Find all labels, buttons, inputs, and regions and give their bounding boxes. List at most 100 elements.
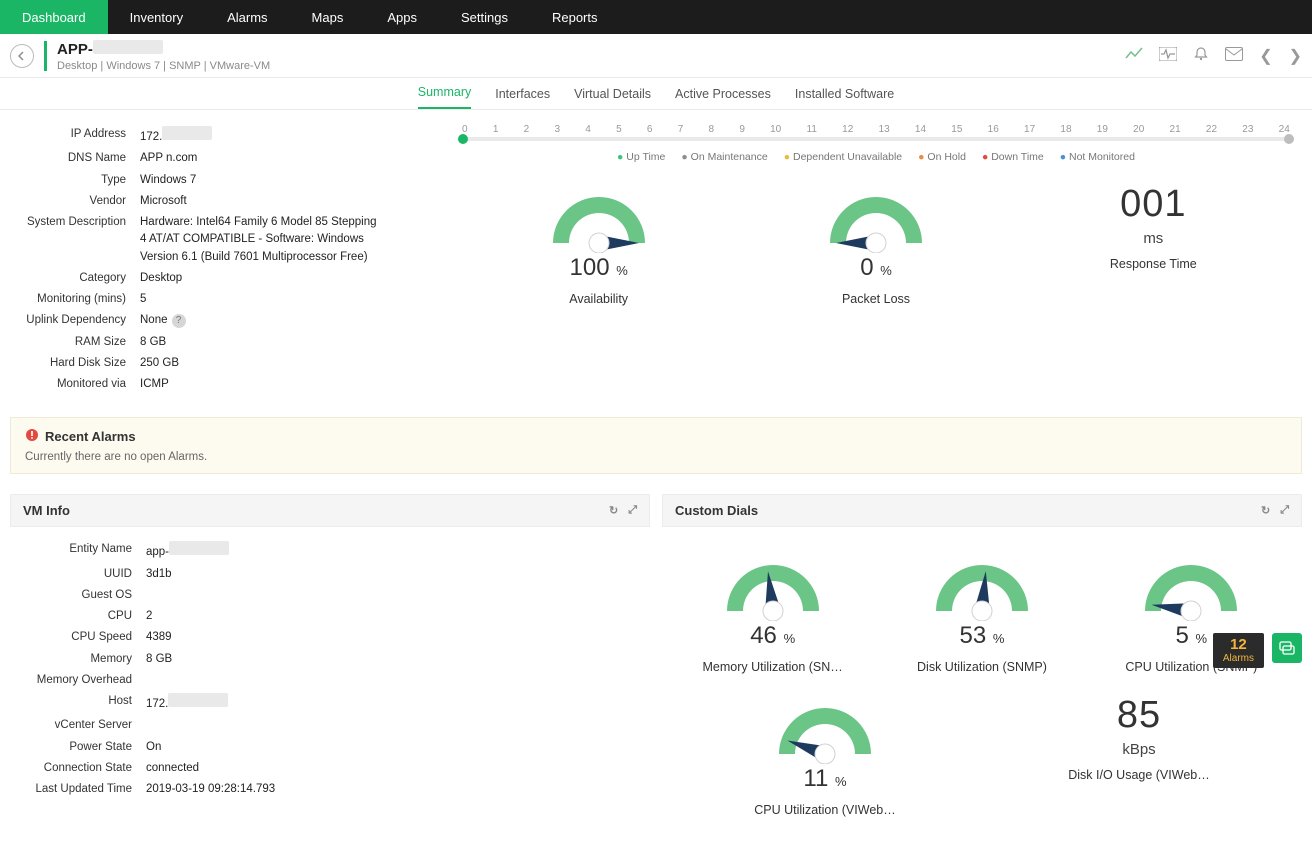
vm-prop-label: vCenter Server (16, 717, 146, 734)
timeline-tick: 8 (709, 124, 715, 135)
timeline-tick: 20 (1133, 124, 1144, 135)
vm-info-panel: VM Info ↻ ⤢ Entity Name app-UUID 3d1bGue… (10, 494, 650, 851)
prop-label: Monitoring (mins) (10, 291, 140, 308)
expand-icon[interactable]: ⤢ (1280, 504, 1289, 517)
refresh-icon[interactable]: ↻ (609, 504, 618, 517)
gauge-unit: kBps (1059, 741, 1219, 758)
vm-prop-label: Guest OS (16, 587, 146, 604)
status-bar (44, 41, 47, 71)
mail-icon[interactable] (1225, 47, 1243, 64)
device-header: APP- Desktop | Windows 7 | SNMP | VMware… (0, 34, 1312, 78)
timeline-tick: 10 (770, 124, 781, 135)
nav-dashboard[interactable]: Dashboard (0, 0, 108, 34)
gauge-unit: ms (1073, 230, 1233, 247)
vm-prop-label: Last Updated Time (16, 781, 146, 798)
bell-icon[interactable] (1193, 46, 1209, 65)
alarm-icon (25, 428, 39, 445)
vm-prop-value: 8 GB (146, 651, 644, 668)
timeline-tick: 2 (524, 124, 530, 135)
nav-maps[interactable]: Maps (290, 0, 366, 34)
dial-gauge: 46 % Memory Utilization (SN… (693, 551, 853, 674)
alarms-badge[interactable]: 12 Alarms (1213, 633, 1264, 669)
gauge-value: 85 (1059, 694, 1219, 737)
timeline-tick: 17 (1024, 124, 1035, 135)
prop-value: 5 (140, 291, 420, 308)
vm-prop-value: 172. (146, 693, 644, 713)
gauge-label: Response Time (1073, 257, 1233, 271)
timeline-tick: 9 (739, 124, 745, 135)
prop-label: Hard Disk Size (10, 355, 140, 372)
timeline-tick: 11 (807, 124, 817, 135)
timeline-tick: 13 (879, 124, 890, 135)
prop-label: Category (10, 270, 140, 287)
tab-virtual-details[interactable]: Virtual Details (574, 87, 651, 109)
timeline-tick: 16 (988, 124, 999, 135)
prop-label: Vendor (10, 193, 140, 210)
legend-dependent: Dependent Unavailable (784, 151, 902, 163)
nav-settings[interactable]: Settings (439, 0, 530, 34)
tab-installed-software[interactable]: Installed Software (795, 87, 894, 109)
prop-value: Desktop (140, 270, 420, 287)
gauge-label: Disk Utilization (SNMP) (902, 660, 1062, 674)
timeline-tick: 4 (585, 124, 591, 135)
prev-icon[interactable]: ❮ (1259, 46, 1272, 66)
timeline-tick: 1 (493, 124, 499, 135)
refresh-icon[interactable]: ↻ (1261, 504, 1270, 517)
timeline-tick: 12 (842, 124, 853, 135)
prop-label: System Description (10, 214, 140, 266)
help-icon[interactable]: ? (172, 314, 186, 328)
prop-label: IP Address (10, 126, 140, 146)
prop-label: Uplink Dependency (10, 312, 140, 329)
summary-gauge: 0 % Packet Loss (796, 183, 956, 306)
vm-prop-value: 2 (146, 608, 644, 625)
prop-value: Microsoft (140, 193, 420, 210)
gauge-value: 100 % (519, 254, 679, 282)
vm-prop-value (146, 587, 644, 604)
vm-prop-label: Entity Name (16, 541, 146, 561)
nav-inventory[interactable]: Inventory (108, 0, 205, 34)
vm-prop-label: Memory Overhead (16, 672, 146, 689)
vm-prop-label: Connection State (16, 760, 146, 777)
nav-reports[interactable]: Reports (530, 0, 620, 34)
pulse-icon[interactable] (1159, 47, 1177, 64)
prop-value: Hardware: Intel64 Family 6 Model 85 Step… (140, 214, 380, 266)
gauge-label: CPU Utilization (VIWeb… (745, 803, 905, 817)
summary-gauges: 100 % Availability 0 % Packet Loss001 ms… (460, 183, 1292, 306)
device-subtitle: Desktop | Windows 7 | SNMP | VMware-VM (57, 60, 270, 72)
vm-prop-label: Power State (16, 739, 146, 756)
vm-prop-value: 2019-03-19 09:28:14.793 (146, 781, 644, 798)
recent-alarms-body: Currently there are no open Alarms. (25, 451, 1287, 463)
line-chart-icon[interactable] (1125, 47, 1143, 64)
timeline-tick: 5 (616, 124, 622, 135)
availability-timeline: 0123456789101112131415161718192021222324… (460, 124, 1292, 163)
next-icon[interactable]: ❯ (1289, 46, 1302, 66)
timeline-tick: 21 (1170, 124, 1181, 135)
gauge-label: Packet Loss (796, 292, 956, 306)
custom-dials-title: Custom Dials (675, 503, 758, 518)
nav-alarms[interactable]: Alarms (205, 0, 289, 34)
nav-apps[interactable]: Apps (365, 0, 439, 34)
gauge-value: 001 (1073, 183, 1233, 226)
prop-value: 250 GB (140, 355, 420, 372)
dial-gauge: 11 % CPU Utilization (VIWeb… (745, 694, 905, 817)
prop-label: Monitored via (10, 376, 140, 393)
prop-value: 172. (140, 126, 420, 146)
prop-value: Windows 7 (140, 172, 420, 189)
expand-icon[interactable]: ⤢ (628, 504, 637, 517)
timeline-tick: 7 (678, 124, 684, 135)
prop-label: RAM Size (10, 334, 140, 351)
header-toolbar: ❮ ❯ (1125, 46, 1302, 66)
dial-gauge: 85 kBps Disk I/O Usage (VIWeb… (1059, 694, 1219, 817)
recent-alarms-title: Recent Alarms (45, 429, 136, 444)
timeline-tick: 14 (915, 124, 926, 135)
custom-dials-panel: Custom Dials ↻ ⤢ 46 % Memory Utilization… (662, 494, 1302, 851)
gauge-value: 46 % (693, 622, 853, 650)
tab-summary[interactable]: Summary (418, 85, 471, 109)
detail-tabs: Summary Interfaces Virtual Details Activ… (0, 78, 1312, 110)
timeline-end-dot[interactable] (1284, 134, 1294, 144)
tab-active-processes[interactable]: Active Processes (675, 87, 771, 109)
tab-interfaces[interactable]: Interfaces (495, 87, 550, 109)
back-button[interactable] (10, 44, 34, 68)
vm-prop-value (146, 672, 644, 689)
chat-badge[interactable] (1272, 633, 1302, 663)
